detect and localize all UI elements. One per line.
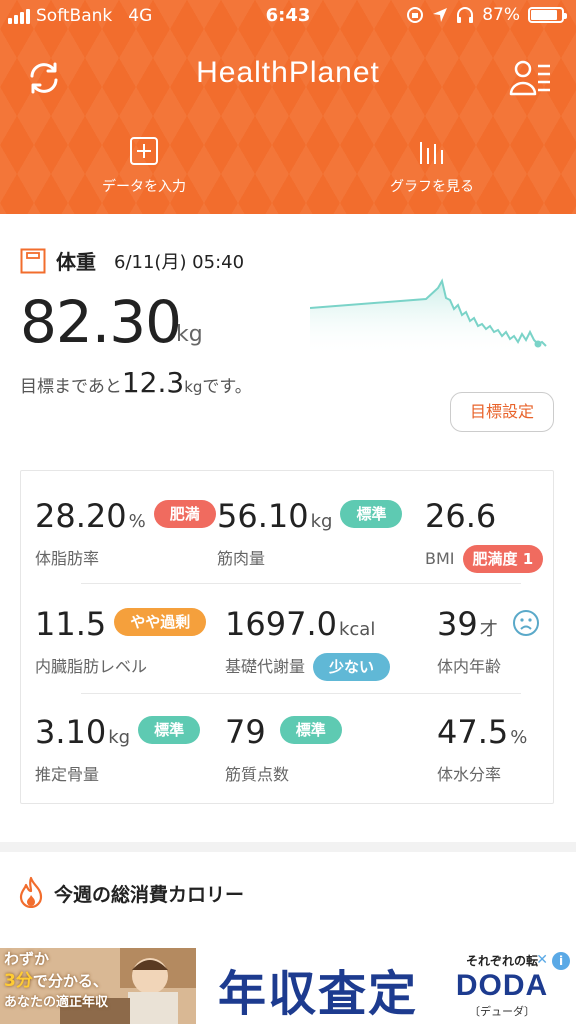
weekly-calories-section[interactable]: 今週の総消費カロリー bbox=[0, 852, 576, 948]
sparkline-last-point bbox=[534, 340, 542, 348]
plus-square-icon bbox=[130, 137, 158, 165]
app-brand-title: HealthPlanet bbox=[196, 56, 380, 89]
metric-bmr[interactable]: 1697.0 kcal 基礎代謝量 少ない bbox=[225, 605, 391, 681]
ad-left-highlight: 3分 bbox=[4, 971, 33, 991]
visceral-label: 内臓脂肪レベル bbox=[35, 657, 148, 676]
bone-value: 3.10 bbox=[35, 713, 107, 751]
goal-unit: kg bbox=[184, 378, 203, 396]
weight-unit: kg bbox=[176, 322, 203, 347]
rotation-lock-icon bbox=[407, 7, 424, 23]
body-age-label: 体内年齢 bbox=[437, 657, 502, 676]
ad-brand-sub: 〔デューダ〕 bbox=[469, 1005, 535, 1018]
location-icon bbox=[433, 8, 448, 22]
bone-label: 推定骨量 bbox=[35, 765, 100, 784]
bmr-value: 1697.0 bbox=[225, 605, 337, 643]
bmi-label: BMI bbox=[425, 549, 455, 568]
weight-card: 体重 6/11(月) 05:40 82.30 kg 目標まであと12.3kgです… bbox=[0, 214, 576, 842]
metric-visceral-fat[interactable]: 11.5 やや過剰 内臓脂肪レベル bbox=[35, 605, 207, 677]
goal-prefix: 目標まであと bbox=[20, 377, 122, 397]
status-bar: SoftBank 4G 6:43 87% bbox=[0, 0, 576, 34]
ad-photo-area: わずか 3分で分かる、 あなたの適正年収 bbox=[0, 948, 196, 1024]
bmi-badge: 肥満度 1 bbox=[462, 545, 544, 573]
input-data-button[interactable]: データを入力 bbox=[44, 136, 244, 196]
metric-muscle[interactable]: 56.10 kg 標準 筋肉量 bbox=[217, 497, 403, 569]
muscle-unit: kg bbox=[310, 511, 333, 532]
goal-suffix: です。 bbox=[202, 377, 252, 397]
metric-muscle-quality[interactable]: 79 標準 筋質点数 bbox=[225, 713, 342, 785]
user-menu-icon[interactable] bbox=[508, 56, 552, 100]
app-header: SoftBank 4G 6:43 87% HealthPlanet データを入力… bbox=[0, 0, 576, 214]
bmr-badge: 少ない bbox=[313, 653, 391, 681]
body-fat-badge: 肥満 bbox=[153, 500, 216, 528]
weight-header: 体重 6/11(月) 05:40 bbox=[20, 246, 244, 275]
ad-left-line1: わずか bbox=[4, 950, 50, 968]
muscle-badge: 標準 bbox=[340, 500, 403, 528]
goal-setting-button[interactable]: 目標設定 bbox=[450, 392, 554, 432]
metric-body-fat[interactable]: 28.20% 肥満 体脂肪率 bbox=[35, 497, 216, 569]
muscle-quality-value: 79 bbox=[225, 713, 266, 751]
muscle-quality-badge: 標準 bbox=[279, 716, 342, 744]
water-value: 47.5 bbox=[437, 713, 509, 751]
battery-icon bbox=[528, 7, 567, 23]
battery-percent: 87% bbox=[482, 5, 520, 25]
weekly-calories-title: 今週の総消費カロリー bbox=[54, 884, 245, 906]
scale-icon bbox=[20, 248, 46, 273]
bmi-value: 26.6 bbox=[425, 497, 497, 535]
muscle-quality-label: 筋質点数 bbox=[225, 765, 290, 784]
muscle-label: 筋肉量 bbox=[217, 549, 266, 568]
ad-left-line2: で分かる、 bbox=[32, 972, 108, 990]
metric-body-age[interactable]: 39 才 体内年齢 bbox=[437, 605, 540, 677]
metric-bone-mass[interactable]: 3.10 kg 標準 推定骨量 bbox=[35, 713, 201, 785]
weight-value: 82.30 bbox=[20, 288, 182, 356]
bar-chart-icon bbox=[420, 142, 443, 164]
weight-trend-sparkline[interactable] bbox=[310, 274, 550, 356]
view-graph-button[interactable]: グラフを見る bbox=[332, 136, 532, 196]
goal-value: 12.3 bbox=[121, 366, 185, 399]
body-fat-label: 体脂肪率 bbox=[35, 549, 100, 568]
input-data-label: データを入力 bbox=[102, 179, 186, 195]
row-divider bbox=[81, 583, 521, 584]
ad-close-icon[interactable]: ✕ bbox=[536, 952, 548, 968]
ad-left-line3: あなたの適正年収 bbox=[4, 995, 109, 1010]
headphones-icon bbox=[457, 7, 474, 23]
visceral-badge: やや過剰 bbox=[114, 608, 207, 636]
ad-banner[interactable]: わずか 3分で分かる、 あなたの適正年収 年収査定 それぞれの転 DODA 〔デ… bbox=[0, 948, 576, 1024]
weight-label: 体重 bbox=[56, 250, 96, 274]
status-right: 87% bbox=[406, 5, 567, 25]
ad-left-text: わずか 3分で分かる、 あなたの適正年収 bbox=[4, 948, 108, 1014]
body-fat-value: 28.20 bbox=[35, 497, 127, 535]
view-graph-label: グラフを見る bbox=[390, 179, 474, 195]
body-age-unit: 才 bbox=[479, 619, 498, 640]
metrics-grid: 28.20% 肥満 体脂肪率 56.10 kg 標準 筋肉量 26.6 BMI 肥満度 … bbox=[20, 470, 554, 804]
ad-info-icon[interactable]: i bbox=[552, 952, 570, 970]
water-unit: % bbox=[510, 727, 528, 748]
sad-face-icon bbox=[512, 610, 539, 636]
sparkline-area bbox=[310, 281, 550, 356]
metric-body-water[interactable]: 47.5% 体水分率 bbox=[437, 713, 527, 785]
metric-bmi[interactable]: 26.6 BMI 肥満度 1 bbox=[425, 497, 544, 573]
visceral-value: 11.5 bbox=[35, 605, 107, 643]
weight-datetime: 6/11(月) 05:40 bbox=[114, 251, 245, 273]
bone-badge: 標準 bbox=[138, 716, 201, 744]
body-fat-unit: % bbox=[128, 511, 146, 532]
ad-headline: 年収査定 bbox=[218, 966, 419, 1022]
bmr-unit: kcal bbox=[338, 619, 376, 640]
goal-remaining: 目標まであと12.3kgです。 bbox=[20, 366, 252, 399]
muscle-value: 56.10 bbox=[217, 497, 309, 535]
bmr-label: 基礎代謝量 bbox=[225, 657, 306, 676]
water-label: 体水分率 bbox=[437, 765, 502, 784]
body-age-value: 39 bbox=[437, 605, 478, 643]
row-divider bbox=[81, 693, 521, 694]
flame-icon bbox=[19, 876, 43, 908]
bone-unit: kg bbox=[108, 727, 131, 748]
ad-brand-logo: DODA bbox=[455, 969, 549, 1002]
app-screen: SoftBank 4G 6:43 87% HealthPlanet データを入力… bbox=[0, 0, 576, 1024]
